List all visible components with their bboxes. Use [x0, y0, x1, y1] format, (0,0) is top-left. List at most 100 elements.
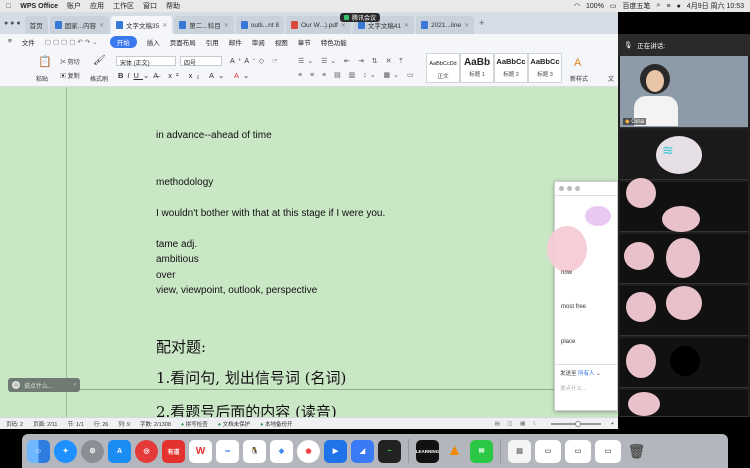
chevron-left-icon[interactable]: ‹	[74, 382, 76, 388]
menu-workspace[interactable]: 工作区	[113, 1, 134, 11]
doc-line[interactable]: in advance--ahead of time	[156, 130, 272, 141]
style-normal[interactable]: AaBbCcDd 正文	[426, 53, 460, 83]
menu-window[interactable]: 窗口	[143, 1, 157, 11]
ribbon-tab-mail[interactable]: 邮件	[229, 37, 242, 47]
zoom-dot-icon[interactable]	[575, 186, 580, 191]
chrome-icon[interactable]: ◉	[297, 439, 320, 463]
status-pages[interactable]: 页面: 2/11	[33, 420, 57, 428]
ribbon-tab-review[interactable]: 审阅	[252, 37, 265, 47]
new-tab-icon[interactable]: +	[479, 18, 484, 28]
align-buttons[interactable]: ≡ ≡ ≡ ▤ ▥ ↕⌄ ▦⌄ ▭	[298, 71, 417, 79]
window-controls-icon[interactable]: ● ● ●	[4, 20, 21, 27]
doc-line[interactable]: over	[156, 270, 175, 281]
close-icon[interactable]: ✕	[162, 22, 167, 29]
menu-apps[interactable]: 应用	[90, 1, 104, 11]
safari-icon[interactable]: ✦	[54, 439, 77, 463]
hamburger-icon[interactable]: ≡	[8, 38, 12, 45]
input-method[interactable]: 百度五笔	[623, 1, 651, 11]
doc-line[interactable]: I wouldn't bother with that at this stag…	[156, 208, 385, 219]
battery-percent[interactable]: 100%	[586, 3, 604, 10]
participant-video[interactable]: ≋	[620, 130, 748, 180]
paste-button[interactable]: 粘贴	[36, 74, 48, 83]
new-style-button[interactable]: 新样式	[570, 74, 588, 83]
tencent-meeting-icon[interactable]: ◈	[270, 439, 293, 463]
status-section[interactable]: 节: 1/1	[67, 420, 83, 428]
ribbon-tab-insert[interactable]: 插入	[147, 37, 160, 47]
mic-icon[interactable]: 🎙	[624, 41, 632, 49]
tab-home[interactable]: 首页	[24, 16, 48, 34]
tab-doc-1[interactable]: 国家...内容 ✕	[49, 16, 110, 34]
finder-icon[interactable]: ☺	[27, 439, 50, 463]
baidu-netdisk-icon[interactable]: ∞	[216, 439, 239, 463]
status-page[interactable]: 页码: 2	[6, 420, 23, 428]
doc-line[interactable]: ambitious	[156, 254, 199, 265]
tencent-video-icon[interactable]: ▶	[324, 439, 347, 463]
ribbon-tab-features[interactable]: 特色功能	[321, 37, 347, 47]
copy-button[interactable]: ▣ 复制	[60, 71, 80, 80]
ribbon-tab-start[interactable]: 开始	[109, 35, 137, 48]
menu-file[interactable]: 文件	[22, 37, 35, 47]
window-icon-3[interactable]: ▭	[595, 439, 621, 463]
main-speaker-video[interactable]: ◆ Gina	[620, 56, 748, 128]
font-size-select[interactable]: 四号	[180, 56, 222, 67]
zoom-plus-icon[interactable]: +	[611, 421, 614, 427]
ribbon-tab-section[interactable]: 章节	[298, 37, 311, 47]
vlc-icon[interactable]: ▲	[443, 440, 466, 463]
participant-video[interactable]	[620, 234, 748, 284]
search-icon[interactable]: ⌕	[657, 2, 661, 10]
close-dot-icon[interactable]	[559, 186, 564, 191]
font-size-buttons[interactable]: A⁺A⁻◇ ☞	[230, 57, 281, 65]
window-icon[interactable]: ▭	[535, 439, 561, 463]
chat-input[interactable]: 说点什么...	[560, 384, 587, 392]
netease-music-icon[interactable]: ◎	[135, 439, 158, 463]
tab-doc-3[interactable]: 第二...科目 ✕	[174, 16, 234, 34]
ribbon-tab-layout[interactable]: 页面布局	[170, 37, 196, 47]
paste-icon[interactable]: 📋	[38, 55, 52, 68]
minimize-dot-icon[interactable]	[567, 186, 572, 191]
tab-doc-4[interactable]: outli...nt 8	[235, 16, 284, 34]
quick-access-icons[interactable]: ▢▢▢▢↶↷⌄	[45, 38, 100, 46]
close-icon[interactable]: ✕	[99, 22, 104, 29]
list-buttons[interactable]: ☰⌄ ☰⌄ ⇤ ⇥ ⇅ ✕ ⤒	[298, 57, 406, 66]
system-prefs-icon[interactable]: ⚙	[81, 439, 104, 463]
doc-line-cn[interactable]: 1.看问句, 划出信号词 (名词)	[156, 367, 346, 388]
menu-help[interactable]: 帮助	[166, 1, 180, 11]
tab-doc-active[interactable]: 文字文稿35 ✕	[111, 16, 173, 34]
participant-video[interactable]	[620, 286, 748, 336]
lark-icon[interactable]: ◢	[351, 439, 374, 463]
preview-icon[interactable]: ▤	[508, 439, 531, 463]
view-mode-icons[interactable]: ▤ ◫ ▦ ☾	[495, 421, 541, 427]
doc-line[interactable]: tame adj.	[156, 239, 197, 250]
style-heading-2[interactable]: AaBbCc 标题 2	[494, 53, 528, 83]
ribbon-tab-view[interactable]: 视图	[275, 37, 288, 47]
close-icon[interactable]: ✕	[404, 22, 409, 29]
chat-mini-bar[interactable]: ☺ 说点什么... ‹	[8, 378, 80, 392]
toolbar-more[interactable]: 文	[608, 74, 614, 83]
participant-video[interactable]	[620, 178, 748, 232]
wifi-icon[interactable]: ◠	[574, 2, 580, 10]
new-style-icon[interactable]: A	[574, 57, 581, 69]
wechat-icon[interactable]: ✉	[470, 439, 493, 463]
ribbon-tab-reference[interactable]: 引用	[206, 37, 219, 47]
document-page[interactable]: in advance--ahead of time methodology I …	[66, 87, 618, 421]
close-icon[interactable]: ✕	[464, 22, 469, 29]
style-heading-3[interactable]: AaBbCc 标题 3	[528, 53, 562, 83]
doc-line[interactable]: methodology	[156, 177, 213, 188]
close-icon[interactable]: ✕	[341, 22, 346, 29]
qq-icon[interactable]: 🐧	[243, 439, 266, 463]
activity-monitor-icon[interactable]: ~	[378, 439, 401, 463]
participant-video[interactable]	[620, 390, 748, 417]
text-style-buttons[interactable]: BIU⌄A̶ x² x₂ A⌄ A⌄	[118, 71, 253, 80]
format-painter-button[interactable]: 格式刷	[90, 74, 108, 83]
participant-video[interactable]	[620, 338, 748, 388]
tencent-meeting-pill[interactable]: 腾讯会议	[340, 13, 381, 22]
spell-check[interactable]: ● 拼写检查	[181, 420, 208, 428]
local-backup[interactable]: ● 本地备份开	[260, 420, 292, 428]
doc-heading[interactable]: 配对题:	[156, 336, 206, 357]
learning-icon[interactable]: LEARNING	[416, 439, 439, 463]
youdao-icon[interactable]: 有道	[162, 439, 185, 463]
app-name-menu[interactable]: WPS Office	[20, 3, 58, 10]
recipient-select[interactable]: 所有人	[578, 371, 595, 377]
app-store-icon[interactable]: A	[108, 439, 131, 463]
document-area[interactable]: in advance--ahead of time methodology I …	[0, 87, 618, 421]
